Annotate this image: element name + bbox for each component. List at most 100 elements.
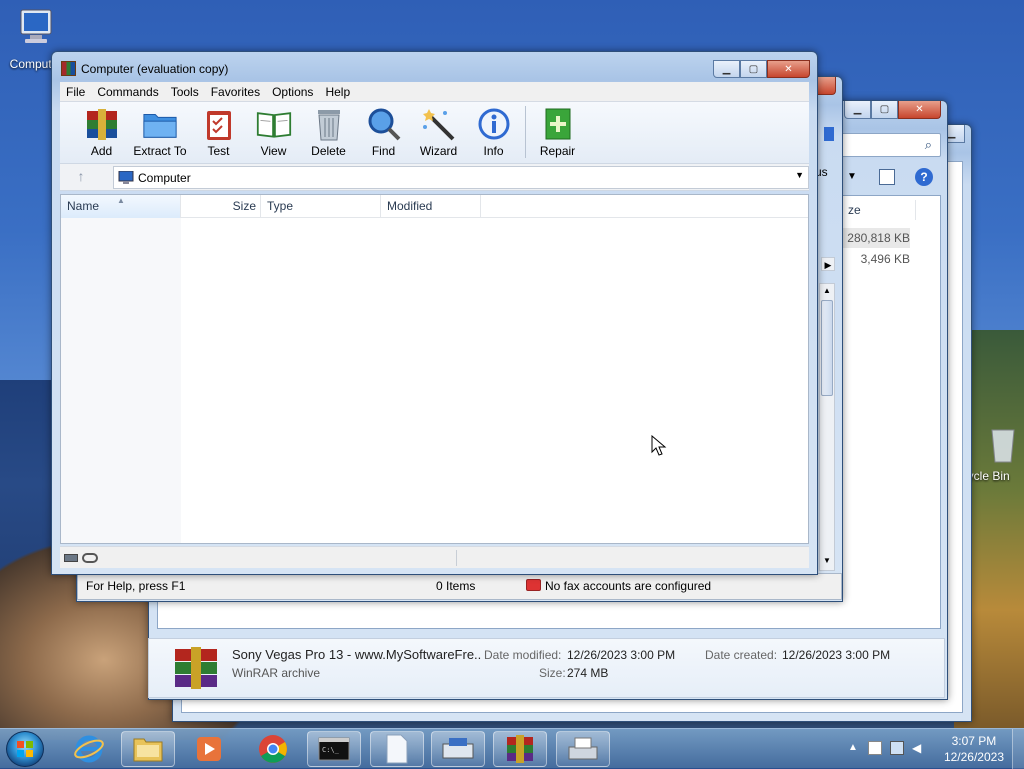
trash-icon: [311, 107, 347, 141]
column-header-modified[interactable]: Modified: [381, 195, 481, 218]
mouse-cursor: [651, 435, 667, 456]
column-header-type[interactable]: Type: [261, 195, 381, 218]
taskbar: C:\_ ▲ ◀ 3:07 PM 12/26/2023: [0, 728, 1024, 769]
details-date-modified-label: Date modified:: [484, 648, 562, 662]
taskbar-document[interactable]: [370, 731, 424, 767]
address-bar: ↑ Computer ▼: [60, 164, 809, 191]
details-file-type: WinRAR archive: [232, 666, 321, 680]
clipboard-check-icon: [201, 107, 237, 141]
action-center-icon[interactable]: [868, 741, 882, 755]
list-header: Name ▲ Size Type Modified: [61, 195, 808, 218]
column-header-size[interactable]: Size: [181, 195, 261, 218]
delete-button[interactable]: Delete: [301, 102, 356, 162]
book-icon: [256, 107, 292, 141]
menu-tools[interactable]: Tools: [165, 82, 205, 102]
fax-status-bar: For Help, press F1 0 Items No fax accoun…: [77, 573, 842, 600]
extract-to-button[interactable]: Extract To: [129, 102, 191, 162]
menu-options[interactable]: Options: [266, 82, 319, 102]
minimize-button[interactable]: ▁: [844, 101, 871, 119]
add-archive-icon: [84, 107, 120, 141]
clock-time: 3:07 PM: [951, 734, 997, 748]
start-button[interactable]: [6, 731, 44, 767]
recycle-bin-icon: [991, 429, 1015, 463]
column-header-name[interactable]: Name ▲: [61, 195, 181, 218]
info-button[interactable]: Info: [466, 102, 521, 162]
scroll-down-arrow[interactable]: ▼: [821, 556, 833, 568]
menu-commands[interactable]: Commands: [91, 82, 164, 102]
fax-accounts-status: No fax accounts are configured: [545, 579, 712, 593]
file-size-cell: 3,496 KB: [860, 252, 910, 266]
scroll-up-arrow[interactable]: ▲: [821, 286, 833, 298]
document-icon: [386, 734, 408, 764]
taskbar-explorer[interactable]: [121, 731, 175, 767]
windows-logo-icon: [17, 741, 33, 757]
svg-text:C:\_: C:\_: [322, 746, 340, 754]
winrar-window[interactable]: Computer (evaluation copy) ▁ ▢ ✕ File Co…: [51, 51, 818, 575]
key-icon[interactable]: [82, 553, 98, 563]
clock-date: 12/26/2023: [943, 750, 1004, 764]
wizard-button[interactable]: Wizard: [411, 102, 466, 162]
find-button[interactable]: Find: [356, 102, 411, 162]
menu-favorites[interactable]: Favorites: [205, 82, 266, 102]
title-bar[interactable]: Computer (evaluation copy) ▁ ▢ ✕: [52, 52, 817, 84]
taskbar-keyboard[interactable]: [431, 731, 485, 767]
details-date-modified: 12/26/2023 3:00 PM: [567, 648, 676, 662]
maximize-button[interactable]: ▢: [871, 101, 898, 119]
help-icon[interactable]: ?: [915, 168, 933, 186]
taskbar-command-prompt[interactable]: C:\_: [307, 731, 361, 767]
view-button[interactable]: View: [246, 102, 301, 162]
taskbar-fax[interactable]: [556, 731, 610, 767]
status-bar: [60, 546, 809, 568]
vertical-scrollbar[interactable]: ▲ ▼: [819, 283, 835, 571]
winrar-icon: [61, 61, 76, 76]
up-arrow-icon[interactable]: ↑: [66, 168, 96, 186]
close-button[interactable]: ✕: [767, 60, 810, 78]
search-icon[interactable]: ⌕: [925, 137, 932, 153]
show-desktop-button[interactable]: [1012, 729, 1024, 769]
preview-pane-icon[interactable]: [879, 169, 895, 185]
clock[interactable]: 3:07 PM 12/26/2023: [944, 733, 1004, 765]
toolbar-separator: [525, 106, 526, 158]
menu-file[interactable]: File: [60, 82, 91, 102]
repair-button[interactable]: Repair: [530, 102, 585, 162]
menu-bar: File Commands Tools Favorites Options He…: [60, 82, 809, 102]
system-tray: ▲ ◀ 3:07 PM 12/26/2023: [834, 729, 1024, 769]
file-list[interactable]: Name ▲ Size Type Modified: [60, 194, 809, 544]
folder-icon: [133, 738, 163, 762]
first-aid-box-icon: [540, 107, 576, 141]
add-button[interactable]: Add: [74, 102, 129, 162]
taskbar-chrome[interactable]: [246, 731, 300, 767]
scroll-thumb[interactable]: [821, 300, 833, 396]
taskbar-media-player[interactable]: [182, 731, 236, 767]
info-icon: [476, 107, 512, 141]
scroll-right-arrow[interactable]: ▶: [821, 257, 835, 271]
network-icon[interactable]: [890, 741, 904, 755]
details-date-created: 12/26/2023 3:00 PM: [782, 648, 891, 662]
minimize-button[interactable]: ▁: [713, 60, 740, 78]
column-header-size[interactable]: ze: [846, 200, 916, 220]
show-hidden-icons-button[interactable]: ▲: [848, 742, 858, 753]
details-size: 274 MB: [567, 666, 609, 680]
fax-warning-icon: [526, 579, 541, 591]
winrar-icon: [507, 735, 533, 763]
chevron-down-icon[interactable]: ▼: [847, 171, 857, 182]
address-text: Computer: [138, 171, 191, 185]
taskbar-winrar[interactable]: [493, 731, 547, 767]
window-title: Computer (evaluation copy): [81, 62, 229, 76]
details-file-name: Sony Vegas Pro 13 - www.MySoftwareFre...: [232, 647, 482, 662]
address-field[interactable]: Computer ▼: [113, 166, 809, 189]
help-text: For Help, press F1: [86, 579, 186, 593]
taskbar-internet-explorer[interactable]: [62, 731, 116, 767]
maximize-button[interactable]: ▢: [740, 60, 767, 78]
drive-icon[interactable]: [64, 554, 78, 562]
details-date-created-label: Date created:: [705, 648, 778, 662]
menu-help[interactable]: Help: [319, 82, 356, 102]
items-count: 0 Items: [436, 579, 476, 593]
fax-printer-icon: [568, 737, 598, 760]
test-button[interactable]: Test: [191, 102, 246, 162]
chevron-down-icon[interactable]: ▼: [795, 170, 804, 180]
close-button[interactable]: ✕: [898, 101, 941, 119]
volume-muted-icon[interactable]: ◀: [912, 741, 921, 755]
toolbar: Add Extract To Test View Delete Find Wiz…: [60, 102, 809, 164]
chrome-icon: [259, 735, 287, 763]
